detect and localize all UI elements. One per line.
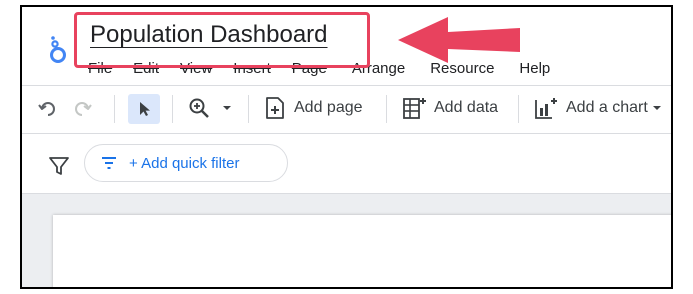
toolbar-separator bbox=[248, 95, 249, 123]
zoom-icon bbox=[189, 98, 209, 118]
report-page[interactable] bbox=[53, 215, 671, 287]
add-chart-label: Add a chart bbox=[566, 99, 648, 116]
looker-studio-logo[interactable] bbox=[48, 29, 68, 65]
toolbar-separator bbox=[172, 95, 173, 123]
filter-icon[interactable] bbox=[48, 155, 70, 177]
app-window: Population Dashboard File Edit View Inse… bbox=[20, 5, 673, 289]
add-chart-icon bbox=[535, 98, 557, 119]
toolbar-divider-bottom bbox=[22, 133, 671, 134]
toolbar-divider-top bbox=[22, 85, 671, 86]
add-data-icon bbox=[403, 98, 426, 119]
add-data-button[interactable]: Add data bbox=[402, 96, 498, 120]
select-pointer-icon bbox=[140, 102, 150, 116]
toolbar-separator bbox=[114, 95, 115, 123]
add-quick-filter-label: + Add quick filter bbox=[129, 154, 240, 172]
toolbar-separator bbox=[518, 95, 519, 123]
add-data-label: Add data bbox=[434, 99, 499, 116]
select-button[interactable] bbox=[128, 94, 160, 124]
add-page-button[interactable]: Add page bbox=[264, 96, 363, 120]
filter-list-icon bbox=[102, 157, 116, 169]
undo-icon[interactable] bbox=[36, 96, 60, 120]
redo-icon[interactable] bbox=[70, 96, 94, 120]
add-page-label: Add page bbox=[294, 99, 363, 116]
add-quick-filter-button[interactable]: + Add quick filter bbox=[84, 144, 288, 182]
title-highlight-box bbox=[74, 12, 370, 68]
add-page-icon bbox=[266, 97, 284, 119]
toolbar-separator bbox=[386, 95, 387, 123]
add-chart-button[interactable]: Add a chart bbox=[534, 96, 664, 120]
annotation-arrow-icon bbox=[398, 17, 520, 63]
chevron-down-icon bbox=[652, 106, 661, 110]
zoom-button[interactable] bbox=[188, 96, 236, 120]
chevron-down-icon bbox=[223, 106, 231, 110]
